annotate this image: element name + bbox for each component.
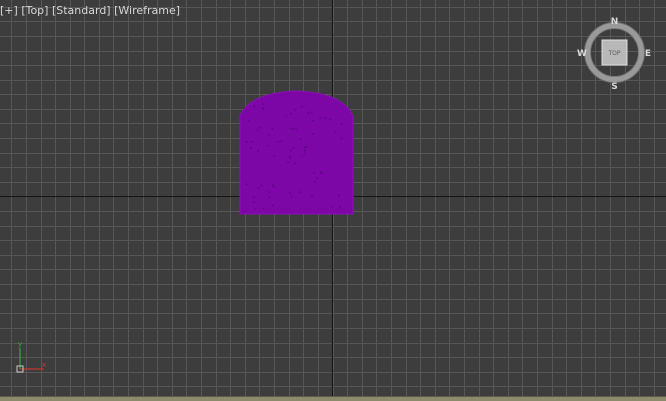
viewport-menu-plus[interactable]: [+] (0, 4, 18, 17)
compass-east[interactable]: E (645, 49, 651, 59)
purple-object[interactable] (239, 90, 354, 215)
compass-north[interactable]: N (611, 17, 619, 27)
compass-south[interactable]: S (611, 82, 617, 90)
viewport-menu-mode[interactable]: [Wireframe] (114, 4, 180, 17)
viewport-menu-view[interactable]: [Top] (21, 4, 48, 17)
viewcube[interactable]: TOP N S W E (577, 15, 652, 90)
axis-x-label: x (42, 361, 46, 369)
compass-west[interactable]: W (577, 49, 587, 59)
viewport-grid: y x (0, 0, 666, 401)
viewport-menu-shading[interactable]: [Standard] (52, 4, 111, 17)
viewport-bottom-border (0, 397, 666, 401)
top-viewport[interactable]: y x [+] [Top] [Standard] [Wireframe] TOP… (0, 0, 666, 401)
viewport-label: [+] [Top] [Standard] [Wireframe] (0, 4, 180, 17)
viewcube-face-label: TOP (607, 50, 620, 57)
axis-y-label: y (18, 340, 22, 348)
